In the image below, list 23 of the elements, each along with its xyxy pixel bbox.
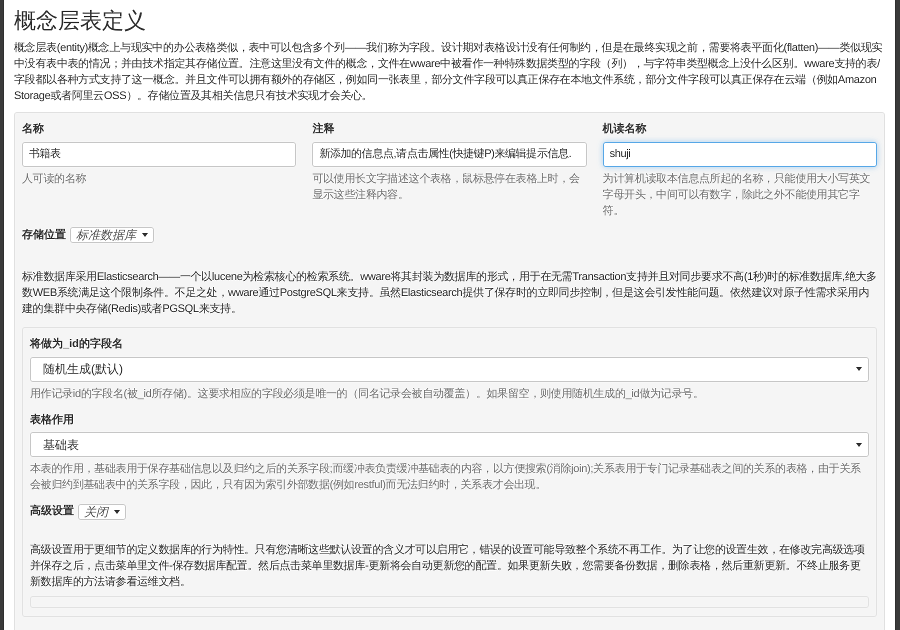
input-field[interactable]: 新添加的信息点,请点击属性(快捷键P)来编辑提示信息.: [312, 142, 587, 167]
select-field[interactable]: 基础表: [30, 432, 869, 458]
storage-description: 标准数据库采用Elasticsearch——一个以lucene为检索核心的检索系统。wware将其封装为数据库的形式，用于在无需Transaction支持并且对同步要求不高(1秒)时的标准数据库,绝大多数WEB系统满足这个限制条件。不足之处，wware通过PostgreSQL来支持。虽然Elasticsearch提供了保存时的立即同步控制，但是这会引发性能问题。依然建议对原子性需求采用内建的集群中央存储(Redis)或者PGSQL来支持。: [22, 270, 877, 318]
input-field[interactable]: 书籍表: [22, 142, 296, 167]
field-label: 表格作用: [30, 412, 75, 428]
field-label: 将做为_id的字段名: [30, 336, 124, 352]
select-field[interactable]: 标准数据库: [70, 227, 154, 244]
select-field[interactable]: 关闭: [78, 504, 126, 520]
field-label: 注释: [312, 122, 336, 138]
help-text: 人可读的名称: [22, 172, 88, 187]
page-title: 概念层表定义: [14, 8, 147, 34]
help-text: 为计算机读取本信息点所起的名称，只能使用大小写英文字母开头，中间可以有数字，除此之外不能使用其它字符。: [602, 172, 872, 219]
advanced-description: 高级设置用于更细节的定义数据库的行为特性。只有您清晰这些默认设置的含义才可以启用它，错误的设置可能导致整个系统不再工作。为了让您的设置生效，在修改完高级选项并保存之后，点击菜单里文件-保存数据库配置。然后点击菜单里数据库-更新将会自动更新您的配置。如果更新失败，您需要备份数据，删除表格，然后重新更新。不终止服务更新数据库的方法请参看运维文档。: [30, 542, 866, 590]
help-text: 可以使用长文字描述这个表格，鼠标悬停在表格上时，会显示这些注释内容。: [312, 172, 581, 203]
field-label: 名称: [22, 122, 45, 138]
input-field[interactable]: shuji: [602, 142, 877, 167]
help-text: 本表的作用，基础表用于保存基础信息以及归约之后的关系字段;而缓冲表负责缓冲基础表的内容，以方便搜索(消除join);关系表用于专门记录基础表之间的关系的表格，由于关系会被归约到基础表中的关系字段，因此，只有因为索引外部数据(例如restful)而无法归约时，关系表才会出现。: [30, 462, 862, 494]
select-field[interactable]: 随机生成(默认): [30, 356, 869, 382]
field-label: 机读名称: [602, 122, 648, 138]
field-label: 存储位置: [22, 228, 66, 243]
intro-paragraph: 概念层表(entity)概念上与现实中的办公表格类似，表中可以包含多个列——我们称为字段。设计期对表格设计没有任何制约，但是在最终实现之前，需要将表平面化(flatten)——类似现实中没有表中表的情况；并由技术指定其存储位置。注意这里没有文件的概念，文件在wware中被看作一种特殊数据类型的字段（列），与字符串类型概念上没什么区别。wware支持的表/字段都以各种方式支持了这一概念。并且文件可以拥有额外的存储区，例如同一张表里，部分文件字段可以真正保存在本地文件系统，部分文件字段可以真正保存在云端（例如Amazon Storage或者阿里云OSS）。存储位置及其相关信息只有技术实现才会关心。: [14, 40, 884, 104]
field-label: 高级设置: [30, 504, 74, 520]
help-text: 用作记录id的字段名(被_id所存储)。这要求相应的字段必须是唯一的（同名记录会被自动覆盖）。如果留空，则使用随机生成的_id做为记录号。: [30, 386, 705, 402]
